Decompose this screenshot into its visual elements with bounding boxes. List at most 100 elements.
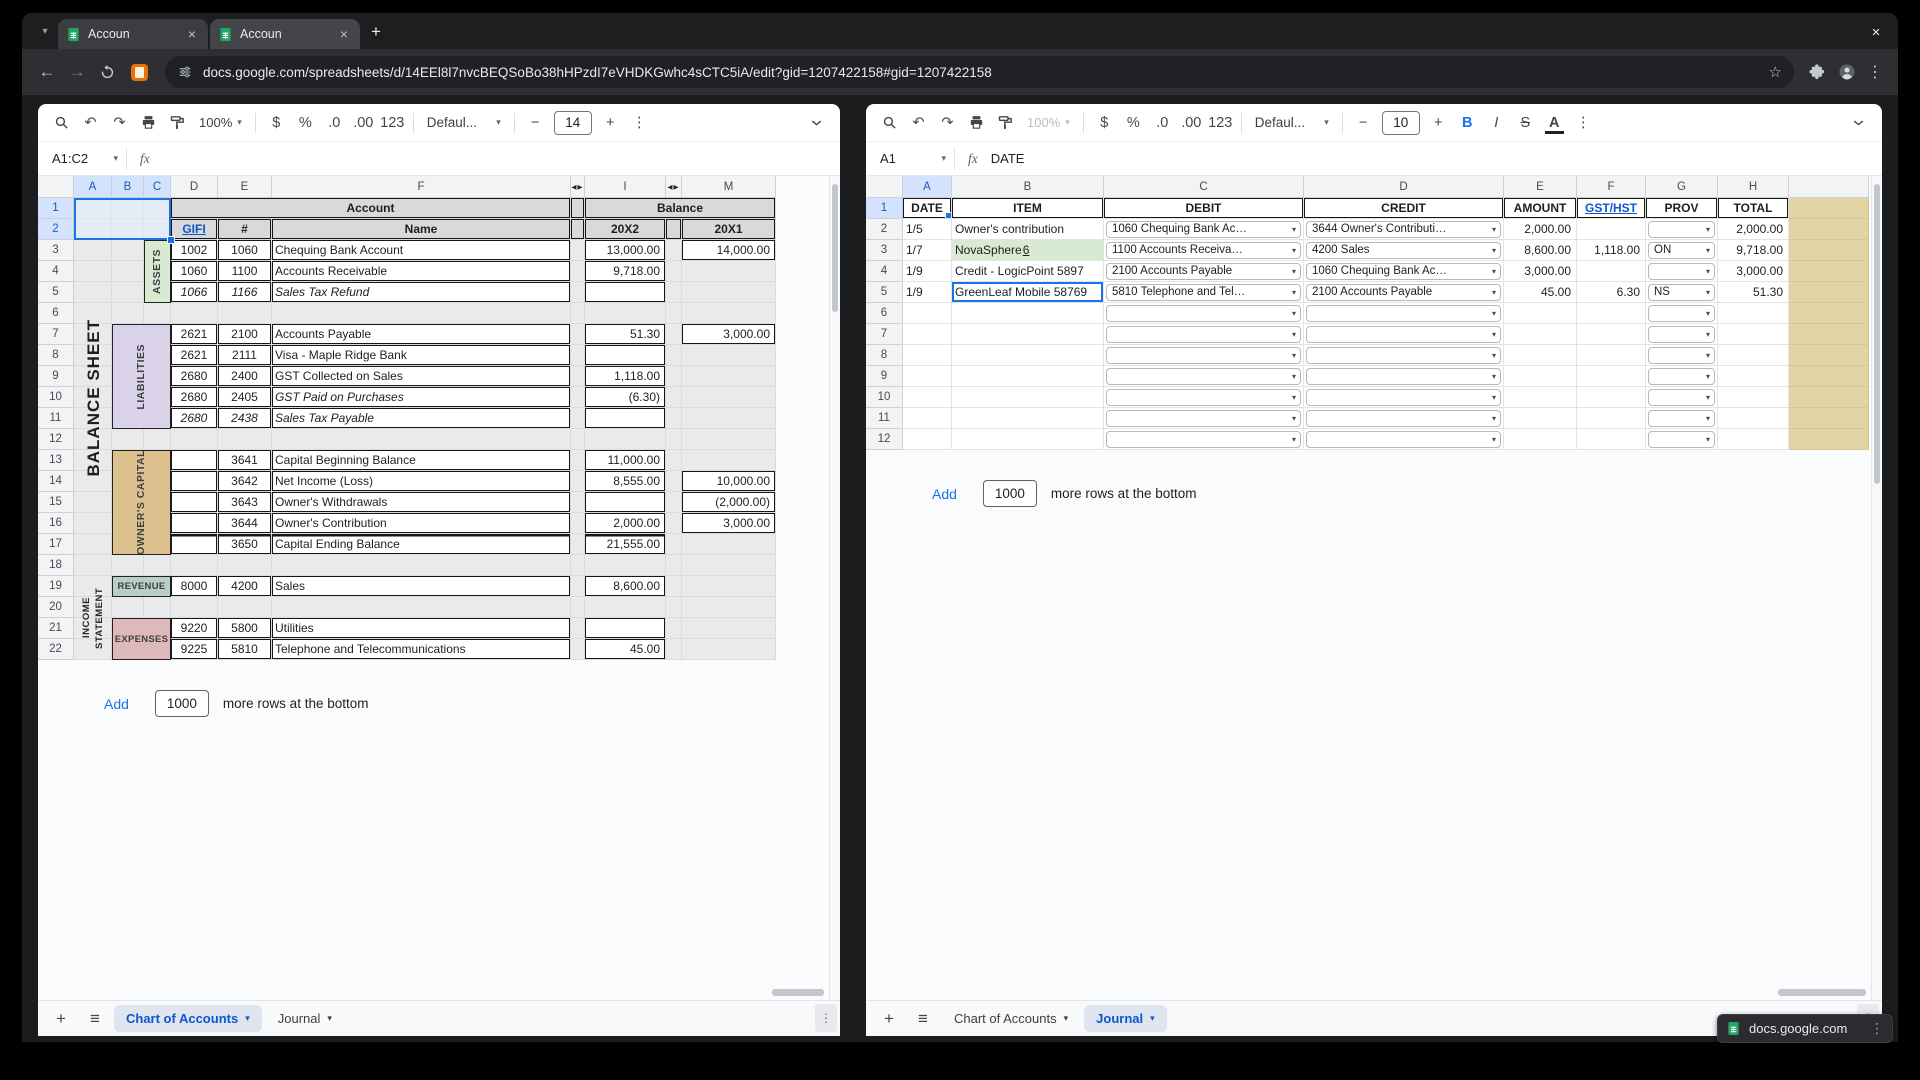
cell-m2-16[interactable] [666,513,682,534]
cell-G-12[interactable]: ▾ [1646,429,1718,450]
rows-count-input[interactable]: 1000 [982,480,1037,507]
cell-X-12[interactable] [1789,429,1869,450]
cell-m1-7[interactable] [571,324,585,345]
cell-m2-5[interactable] [666,282,682,303]
row-header-16[interactable]: 16 [38,513,74,534]
cell-E-8[interactable]: 2111 [218,345,272,366]
back-button[interactable]: ← [32,57,62,87]
cell-H-6[interactable] [1718,303,1789,324]
cell-F-13[interactable]: Capital Beginning Balance [272,450,571,471]
dropdown-chip-G-6[interactable]: ▾ [1648,304,1715,322]
cell-E-5[interactable]: 45.00 [1504,282,1577,303]
row-header-4[interactable]: 4 [38,261,74,282]
cell-D-12[interactable]: ▾ [1304,429,1504,450]
cell-E-7[interactable] [1504,324,1577,345]
cell-C-20[interactable] [144,597,171,618]
cell-G-1[interactable]: PROV [1646,198,1718,219]
cell-F-16[interactable]: Owner's Contribution [272,513,571,534]
column-header-A[interactable]: A [74,176,112,198]
undo-button[interactable]: ↶ [905,109,932,137]
cell-C-3[interactable]: 1100 Accounts Receiva… ▾ [1104,240,1304,261]
dropdown-chip-C-8[interactable]: ▾ [1106,346,1301,364]
row-header-10[interactable]: 10 [866,387,903,408]
cell-F-6[interactable] [1577,303,1646,324]
cell-X-4[interactable] [1789,261,1869,282]
cell-G-7[interactable]: ▾ [1646,324,1718,345]
cell-D-16[interactable] [171,513,218,534]
cell-E-19[interactable]: 4200 [218,576,272,597]
cell-D-17[interactable] [171,534,218,555]
cell-m1-2[interactable] [571,219,585,240]
cell-m1-3[interactable] [571,240,585,261]
dropdown-chip-G-2[interactable]: ▾ [1648,220,1715,238]
url-text[interactable]: docs.google.com/spreadsheets/d/14EEl8l7n… [203,65,1761,80]
dropdown-chip-C-6[interactable]: ▾ [1106,304,1301,322]
cell-D-2[interactable]: 3644 Owner's Contributi… ▾ [1304,219,1504,240]
cell-D-9[interactable]: 2680 [171,366,218,387]
cell-E-4[interactable]: 3,000.00 [1504,261,1577,282]
cell-C-1[interactable]: DEBIT [1104,198,1304,219]
cell-D-13[interactable] [171,450,218,471]
cell-B-5[interactable] [112,282,144,303]
cell-B-9[interactable] [952,366,1104,387]
cell-D-10[interactable]: ▾ [1304,387,1504,408]
font-size-input[interactable]: 14 [553,110,592,135]
cell-m2-21[interactable] [666,618,682,639]
cell-C-12[interactable]: ▾ [1104,429,1304,450]
cell-I-15[interactable] [585,492,666,513]
dropdown-chip-G-7[interactable]: ▾ [1648,325,1715,343]
cell-E-13[interactable]: 3641 [218,450,272,471]
cell-E-14[interactable]: 3642 [218,471,272,492]
cell-M-6[interactable] [682,303,776,324]
cell-m1-18[interactable] [571,555,585,576]
cell-F-11[interactable]: Sales Tax Payable [272,408,571,429]
cell-F-5[interactable]: 6.30 [1577,282,1646,303]
cell-B-3[interactable]: NovaSphere 6 [952,240,1104,261]
cell-D-8[interactable]: 2621 [171,345,218,366]
cell-H-1[interactable]: TOTAL [1718,198,1789,219]
dropdown-chip-D-5[interactable]: 2100 Accounts Payable ▾ [1306,283,1501,301]
cell-I-17[interactable]: 21,555.00 [585,534,666,555]
browser-menu-button[interactable]: ⋮ [1862,62,1888,82]
cell-E-22[interactable]: 5810 [218,639,272,660]
cell-G-4[interactable]: ▾ [1646,261,1718,282]
cell-I-10[interactable]: (6.30) [585,387,666,408]
row-header-12[interactable]: 12 [38,429,74,450]
cell-D-20[interactable] [171,597,218,618]
cell-H-4[interactable]: 3,000.00 [1718,261,1789,282]
cell-M-8[interactable] [682,345,776,366]
cell-C-6[interactable]: ▾ [1104,303,1304,324]
cell-C-2[interactable]: 1060 Chequing Bank Ac… ▾ [1104,219,1304,240]
cell-F-12[interactable] [272,429,571,450]
column-header-F[interactable]: F [1577,176,1646,198]
cell-M-22[interactable] [682,639,776,660]
column-header-G[interactable]: G [1646,176,1718,198]
column-header-B[interactable]: B [952,176,1104,198]
row-header-1[interactable]: 1 [38,198,74,219]
dropdown-chip-C-12[interactable]: ▾ [1106,430,1301,448]
add-rows-button[interactable]: Add [932,486,957,502]
cell-M-4[interactable] [682,261,776,282]
cell-A-8[interactable] [903,345,952,366]
cell-m1-22[interactable] [571,639,585,660]
row-header-9[interactable]: 9 [38,366,74,387]
cell-E-5[interactable]: 1166 [218,282,272,303]
cell-I-12[interactable] [585,429,666,450]
cell-F-22[interactable]: Telephone and Telecommunications [272,639,571,660]
cell-F-3[interactable]: 1,118.00 [1577,240,1646,261]
cell-B-18[interactable] [112,555,144,576]
column-header-A[interactable]: A [903,176,952,198]
dropdown-chip-G-12[interactable]: ▾ [1648,430,1715,448]
cell-B-12[interactable] [112,429,144,450]
cell-M-19[interactable] [682,576,776,597]
cell-G-8[interactable]: ▾ [1646,345,1718,366]
dropdown-chip-G-11[interactable]: ▾ [1648,409,1715,427]
cell-C-10[interactable]: ▾ [1104,387,1304,408]
cell-m1-9[interactable] [571,366,585,387]
forward-button[interactable]: → [62,57,92,87]
cell-F-15[interactable]: Owner's Withdrawals [272,492,571,513]
dropdown-chip-D-4[interactable]: 1060 Chequing Bank Ac… ▾ [1306,262,1501,280]
cell-B-5[interactable]: GreenLeaf Mobile 58769 [952,282,1104,303]
site-pill-menu-icon[interactable]: ⋮ [1870,1020,1884,1037]
cell-X-2[interactable] [1789,219,1869,240]
